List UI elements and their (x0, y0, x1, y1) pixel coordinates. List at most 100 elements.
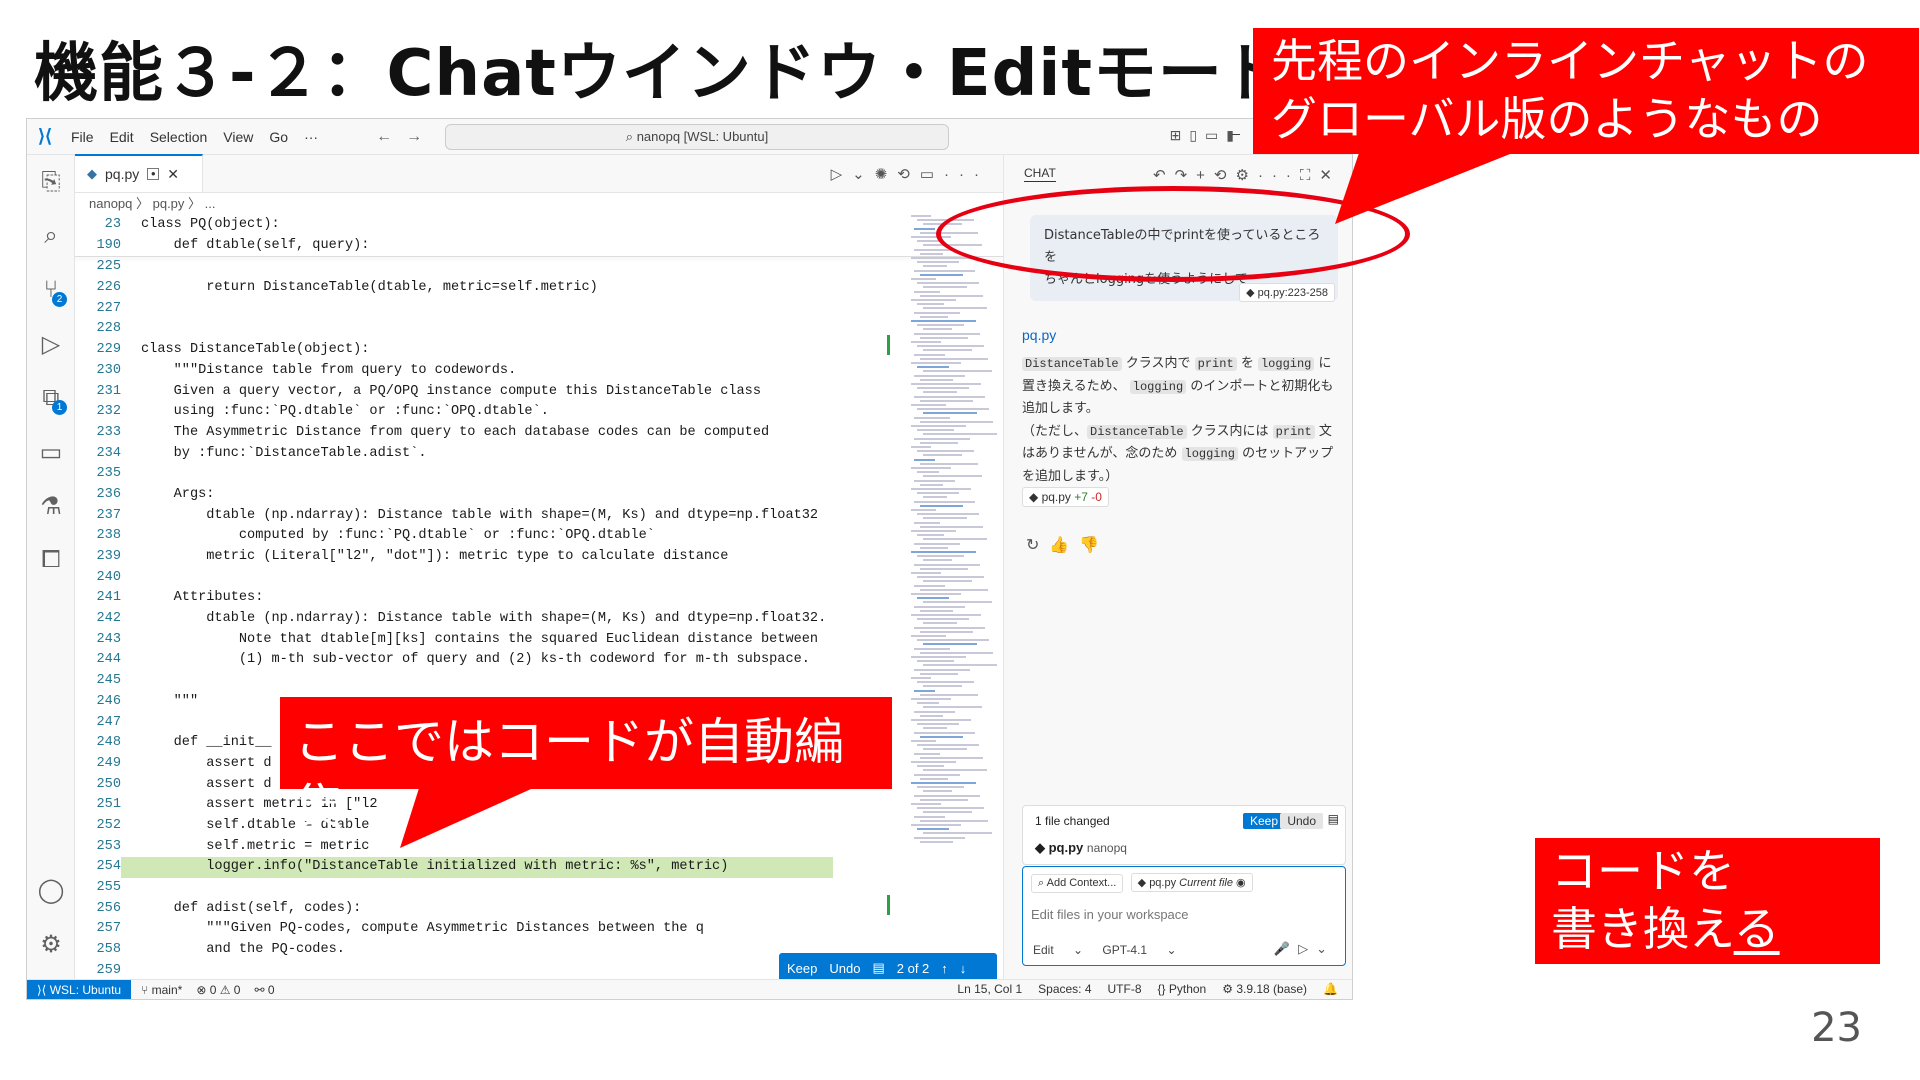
changed-file[interactable]: ◆ pq.py nanopq (1035, 840, 1333, 856)
edited-file-chip[interactable]: ◆ pq.py +7 -0 (1022, 487, 1109, 507)
notifications-bell-icon[interactable]: 🔔 (1323, 982, 1338, 996)
view-diff-icon[interactable]: ▤ (1328, 812, 1339, 826)
close-tab-icon[interactable]: ✕ (167, 166, 179, 183)
minimap-line (914, 227, 935, 230)
line-text: return DistanceTable(dtable, metric=self… (141, 280, 598, 296)
minimap-line (914, 584, 945, 587)
prev-change-arrow-icon[interactable]: ↑ (941, 961, 948, 976)
code-line[interactable]: 237 dtable (np.ndarray): Distance table … (75, 506, 1003, 527)
minimap-line (911, 488, 971, 490)
breadcrumb[interactable]: nanopq 〉 pq.py 〉 ... (75, 193, 1003, 215)
code-line[interactable]: 239 metric (Literal["l2", "dot"]): metri… (75, 547, 1003, 568)
tab-pq-py[interactable]: ◆ pq.py ● ✕ (75, 154, 203, 192)
minimap-line (923, 832, 992, 835)
code-view[interactable]: 23 class PQ(object): 190 def dtable(self, … (75, 215, 1003, 981)
minimap-line (920, 819, 988, 822)
menu-selection[interactable]: Selection (142, 129, 216, 145)
problems-indicator[interactable]: ⊗ 0 ⚠ 0 (196, 983, 240, 997)
response-file-title[interactable]: pq.py (1022, 327, 1056, 343)
encoding-setting[interactable]: UTF-8 (1108, 982, 1142, 996)
ports-indicator[interactable]: ⚯ 0 (254, 983, 274, 997)
code-line[interactable]: 190 def dtable(self, query): (75, 235, 1003, 257)
reference-chip[interactable]: ◆ pq.py:223-258 (1239, 283, 1335, 302)
code-line[interactable]: 241 Attributes: (75, 588, 1003, 609)
keep-all-button[interactable]: Keep (1242, 813, 1285, 829)
chat-input-box[interactable]: ⌕ Add Context... ◆ pq.py Current file ◉ … (1022, 866, 1346, 966)
code-line[interactable]: 252 self.dtable = dtable (75, 816, 1003, 837)
menu-go[interactable]: Go (261, 129, 296, 145)
code-line[interactable]: 245 (75, 671, 1003, 692)
indent-setting[interactable]: Spaces: 4 (1038, 982, 1091, 996)
undo-all-button[interactable]: Undo (1280, 813, 1323, 829)
code-line[interactable]: 255 (75, 878, 1003, 899)
python-env[interactable]: ⚙ 3.9.18 (base) (1222, 982, 1307, 996)
code-line[interactable]: 244 (1) m-th sub-vector of query and (2)… (75, 650, 1003, 671)
send-icon[interactable]: 🎤▷⌄ (1274, 941, 1335, 957)
menu-more[interactable]: ··· (296, 129, 326, 145)
testing-icon[interactable]: ⚗ (27, 479, 75, 533)
undo-inline-button[interactable]: Undo (829, 961, 860, 976)
code-line[interactable]: 243 Note that dtable[m][ks] contains the… (75, 630, 1003, 651)
model-select[interactable]: GPT-4.1 ⌄ (1102, 943, 1176, 957)
settings-gear-icon[interactable]: ⚙ (27, 917, 75, 971)
explorer-icon[interactable]: ⎘ (27, 155, 75, 209)
code-line[interactable]: 236 Args: (75, 485, 1003, 506)
source-control-icon[interactable]: ⑂ 2 (27, 263, 75, 317)
mode-select[interactable]: Edit ⌄ (1033, 943, 1083, 957)
menu-file[interactable]: File (63, 129, 102, 145)
language-mode[interactable]: {} Python (1158, 982, 1207, 996)
remote-indicator[interactable]: ⟩⟨ WSL: Ubuntu (27, 979, 132, 999)
code-line[interactable]: 232 using :func:`PQ.dtable` or :func:`OP… (75, 402, 1003, 423)
line-number: 227 (96, 300, 121, 316)
code-line[interactable]: 226 return DistanceTable(dtable, metric=… (75, 278, 1003, 299)
code-line[interactable]: 229 class DistanceTable(object): (75, 340, 1003, 361)
chat-toolbar-icon[interactable]: ↶↷+⟲⚙···⛶✕ (1153, 166, 1341, 184)
code-line[interactable]: 228 (75, 319, 1003, 340)
code-line[interactable]: 251 assert metric in ["l2 (75, 795, 1003, 816)
search-icon[interactable]: ⌕ (27, 209, 75, 263)
code-line[interactable]: 242 dtable (np.ndarray): Distance table … (75, 609, 1003, 630)
code-line[interactable]: 233 The Asymmetric Distance from query t… (75, 423, 1003, 444)
code-line[interactable]: 235 (75, 464, 1003, 485)
branch-indicator[interactable]: ⑂ main* (141, 983, 182, 997)
code-line[interactable]: 234 by :func:`DistanceTable.adist`. (75, 444, 1003, 465)
menu-view[interactable]: View (215, 129, 261, 145)
diff-icon[interactable]: ▤ (872, 960, 884, 976)
cursor-position[interactable]: Ln 15, Col 1 (957, 982, 1022, 996)
minimap-line (917, 639, 989, 642)
containers-icon[interactable]: ⧠ (27, 533, 75, 587)
run-debug-icon[interactable]: ▷ (27, 317, 75, 371)
code-line[interactable]: 257 """Given PQ-codes, compute Asymmetri… (75, 919, 1003, 940)
code-line[interactable]: 23 class PQ(object): (75, 215, 1003, 236)
code-line[interactable]: 253 self.metric = metric (75, 837, 1003, 858)
extensions-icon[interactable]: ⧉ 1 (27, 371, 75, 425)
code-line[interactable]: 256 def adist(self, codes): (75, 899, 1003, 920)
keep-inline-button[interactable]: Keep (787, 961, 817, 976)
response-actions-icon[interactable]: ↻👍👎 (1026, 535, 1109, 555)
command-center-search[interactable]: ⌕ nanopq [WSL: Ubuntu] (445, 124, 949, 150)
code-line[interactable]: 254 logger.info("DistanceTable initializ… (75, 857, 1003, 878)
code-line[interactable]: 230 """Distance table from query to code… (75, 361, 1003, 382)
chat-input-placeholder[interactable]: Edit files in your workspace (1031, 907, 1337, 922)
next-change-arrow-icon[interactable]: ↓ (960, 961, 967, 976)
remote-explorer-icon[interactable]: ▭ (27, 425, 75, 479)
menu-edit[interactable]: Edit (102, 129, 142, 145)
layout-controls-icon[interactable]: ⊞▯▭▮ (1170, 127, 1242, 144)
minimize-icon[interactable]: – (1232, 125, 1240, 141)
editor-actions-icon[interactable]: ▷⌄✺⟲▭··· (831, 165, 989, 183)
minimap-line (911, 257, 971, 259)
preview-icon[interactable]: ● (147, 168, 160, 180)
add-context-button[interactable]: ⌕ Add Context... (1031, 874, 1124, 893)
code-line[interactable]: 238 computed by :func:`PQ.dtable` or :fu… (75, 526, 1003, 547)
current-file-chip[interactable]: ◆ pq.py Current file ◉ (1130, 873, 1253, 892)
line-text: def __init__ (141, 735, 272, 751)
code-line[interactable]: 231 Given a query vector, a PQ/OPQ insta… (75, 382, 1003, 403)
code-line[interactable]: 225 (75, 257, 1003, 278)
accounts-icon[interactable]: ◯ (27, 863, 75, 917)
minimap-line (923, 643, 977, 646)
nav-arrows-icon[interactable]: ←→ (376, 128, 436, 146)
minimap[interactable] (911, 215, 999, 981)
minimap-line (917, 324, 964, 327)
code-line[interactable]: 240 (75, 568, 1003, 589)
code-line[interactable]: 227 (75, 299, 1003, 320)
